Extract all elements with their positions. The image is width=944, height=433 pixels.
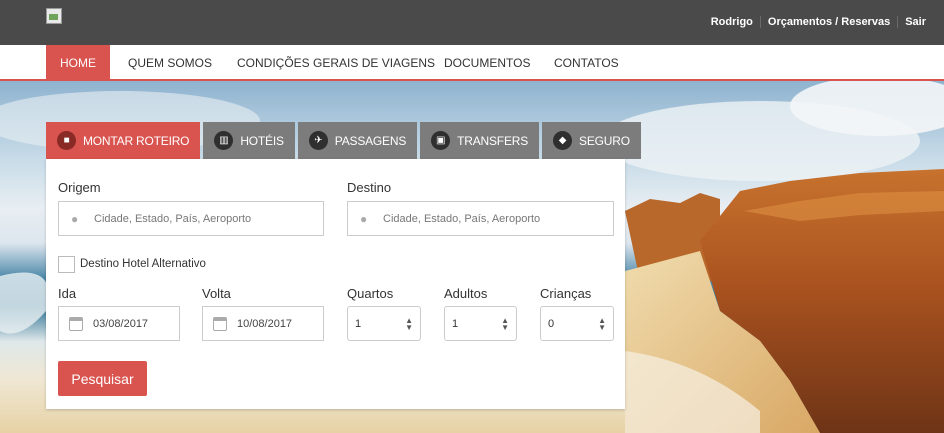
calendar-icon: [213, 316, 227, 331]
destination-label: Destino: [347, 180, 392, 195]
destination-placeholder: Cidade, Estado, País, Aeroporto: [383, 212, 541, 225]
origin-label: Origem: [58, 180, 101, 195]
account-links: Rodrigo Orçamentos / Reservas Sair: [711, 16, 926, 28]
top-bar: Rodrigo Orçamentos / Reservas Sair: [0, 0, 944, 45]
calendar-icon: [69, 316, 83, 331]
tab-transfers[interactable]: ▣ TRANSFERS: [420, 122, 540, 159]
alt-hotel-checkbox[interactable]: [58, 256, 75, 273]
nav-documentos[interactable]: DOCUMENTOS: [444, 45, 530, 81]
adultos-select[interactable]: 1 ▲ ▼: [444, 306, 517, 341]
alt-hotel-label: Destino Hotel Alternativo: [80, 258, 206, 270]
briefcase-icon: ■: [57, 131, 76, 150]
volta-label: Volta: [202, 286, 231, 301]
divider: [759, 16, 761, 28]
nav-quem-somos[interactable]: QUEM SOMOS: [128, 45, 212, 81]
criancas-label: Crianças: [540, 286, 592, 301]
tab-seguro[interactable]: ◆ SEGURO: [542, 122, 641, 159]
quartos-select[interactable]: 1 ▲ ▼: [347, 306, 421, 341]
quartos-label: Quartos: [347, 286, 394, 301]
bookings-link[interactable]: Orçamentos / Reservas: [768, 16, 890, 28]
volta-date-field[interactable]: 10/08/2017: [202, 306, 324, 341]
quartos-value: 1: [355, 317, 362, 330]
plane-icon: ✈: [308, 131, 328, 150]
shield-icon: ◆: [553, 131, 573, 150]
logout-link[interactable]: Sair: [905, 16, 926, 28]
nav-contatos[interactable]: CONTATOS: [554, 45, 619, 81]
adultos-label: Adultos: [444, 286, 488, 301]
search-button[interactable]: Pesquisar: [58, 361, 147, 396]
tab-label: SEGURO: [579, 133, 630, 148]
updown-arrow-icon: ▲ ▼: [405, 316, 413, 332]
bus-icon: ▣: [431, 131, 451, 150]
origin-placeholder: Cidade, Estado, País, Aeroporto: [94, 212, 252, 225]
ida-label: Ida: [58, 286, 77, 301]
tab-passagens[interactable]: ✈ PASSAGENS: [297, 122, 418, 159]
map-pin-icon: ●: [71, 211, 79, 226]
criancas-value: 0: [548, 317, 555, 330]
nav-condicoes[interactable]: CONDIÇÕES GERAIS DE VIAGENS: [237, 45, 435, 81]
main-nav: HOME QUEM SOMOS CONDIÇÕES GERAIS DE VIAG…: [0, 45, 944, 81]
origin-field[interactable]: ● Cidade, Estado, País, Aeroporto: [58, 201, 324, 236]
nav-home[interactable]: HOME: [46, 45, 110, 81]
updown-arrow-icon: ▲ ▼: [598, 316, 606, 332]
ida-date-field[interactable]: 03/08/2017: [58, 306, 180, 341]
destination-field[interactable]: ● Cidade, Estado, País, Aeroporto: [347, 201, 614, 236]
search-tabs: ■ MONTAR ROTEIRO ▥ HOTÉIS ✈ PASSAGENS ▣ …: [46, 122, 644, 159]
tab-montar-roteiro[interactable]: ■ MONTAR ROTEIRO: [46, 122, 201, 159]
tab-hoteis[interactable]: ▥ HOTÉIS: [203, 122, 295, 159]
tab-label: TRANSFERS: [457, 133, 529, 148]
updown-arrow-icon: ▲ ▼: [501, 316, 509, 332]
volta-value: 10/08/2017: [237, 317, 293, 330]
user-link[interactable]: Rodrigo: [711, 16, 753, 28]
criancas-select[interactable]: 0 ▲ ▼: [540, 306, 614, 341]
divider: [897, 16, 899, 28]
ida-value: 03/08/2017: [93, 317, 149, 330]
building-icon: ▥: [214, 131, 234, 150]
logo-image[interactable]: [46, 8, 62, 24]
tab-label: MONTAR ROTEIRO: [83, 133, 190, 148]
map-pin-icon: ●: [360, 211, 368, 226]
adultos-value: 1: [452, 317, 459, 330]
tab-label: PASSAGENS: [334, 133, 407, 148]
tab-label: HOTÉIS: [240, 133, 284, 148]
